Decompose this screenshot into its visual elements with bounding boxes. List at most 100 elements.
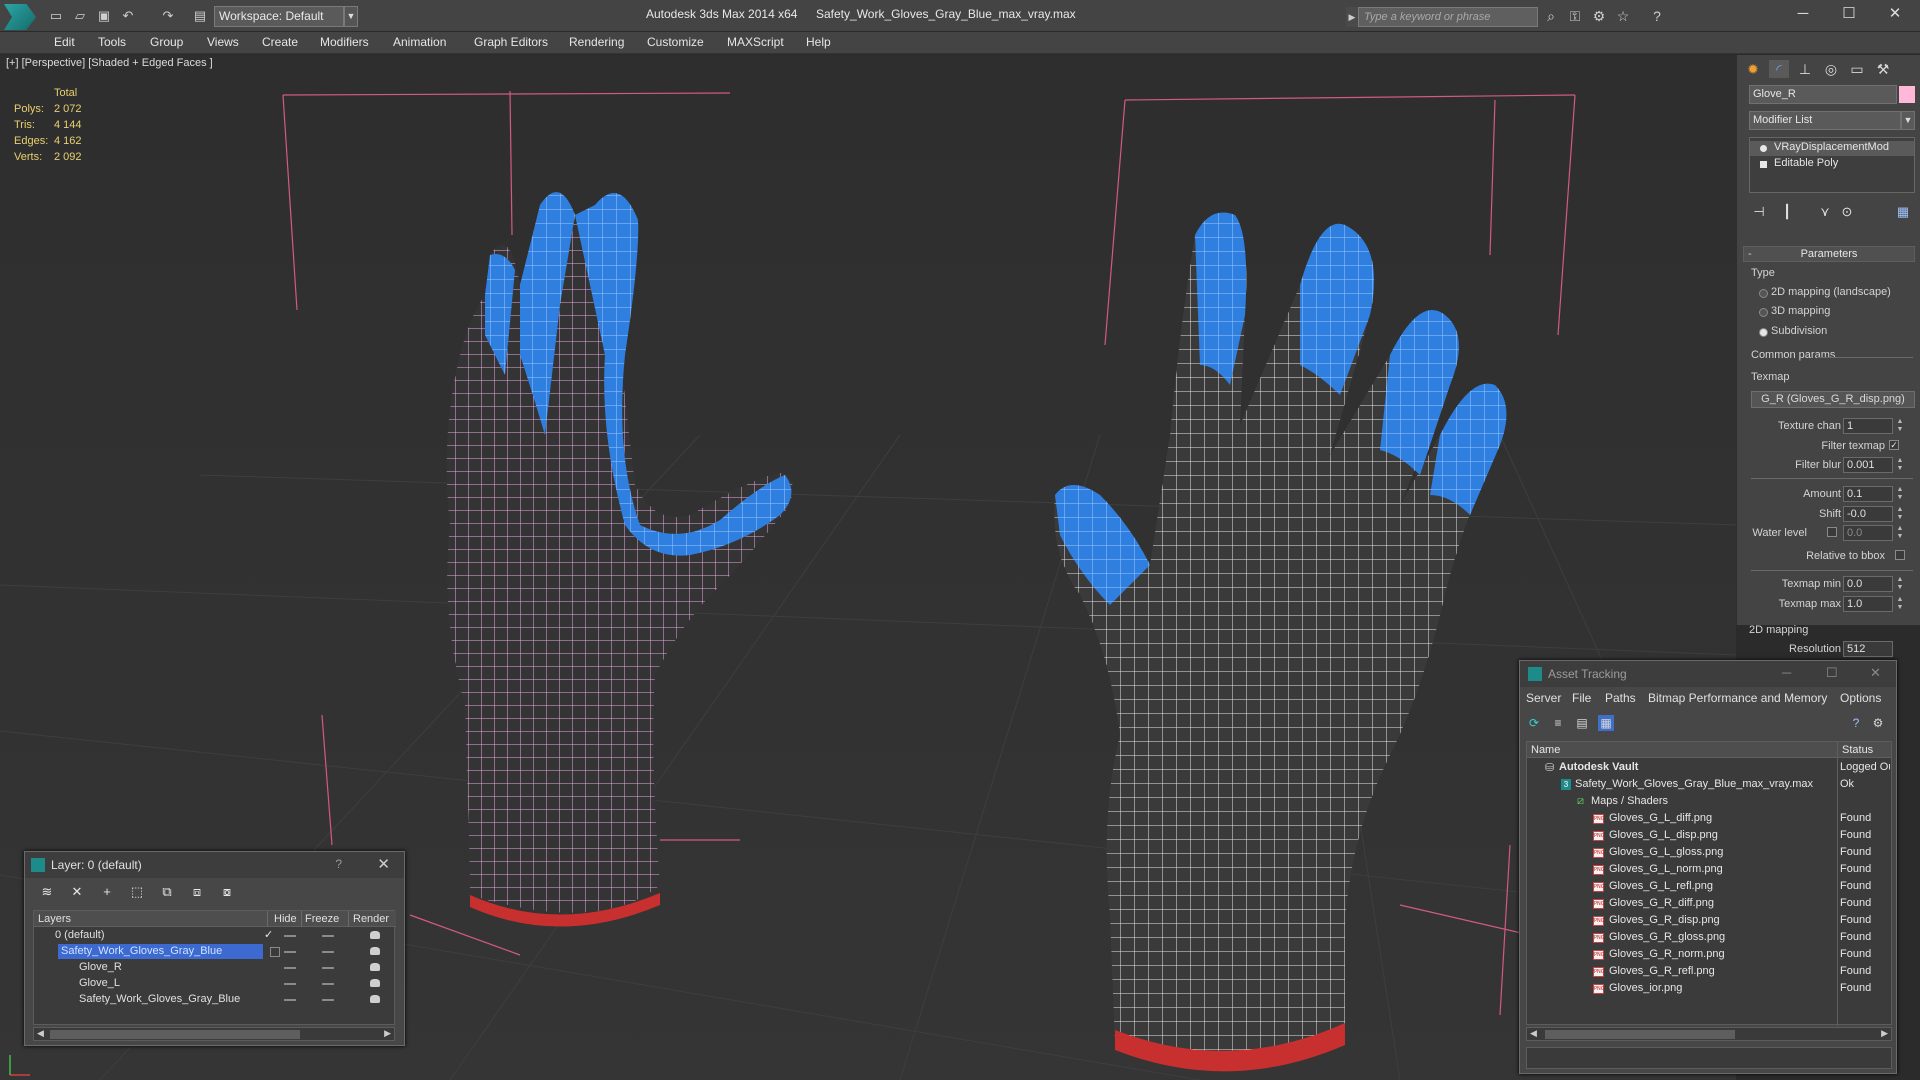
layer-row[interactable]: Safety_Work_Gloves_Gray_Blue [34,944,396,960]
save-file-icon[interactable]: ▣ [96,9,112,23]
col-freeze[interactable]: Freeze [305,913,339,925]
select-in-layer-icon[interactable]: ⬚ [129,884,145,900]
minimize-button[interactable]: ─ [1780,0,1826,30]
spinner-icon[interactable]: ▲ ▼ [1895,576,1905,592]
subscription-icon[interactable]: ⚙ [1590,8,1608,24]
make-unique-icon[interactable]: ⋎ [1817,204,1833,220]
menu-modifiers[interactable]: Modifiers [320,35,369,49]
col-hide[interactable]: Hide [274,913,297,925]
shift-input[interactable]: -0.0 [1843,506,1893,522]
object-name[interactable]: Safety_Work_Gloves_Gray_Blue [76,992,243,1007]
menu-server[interactable]: Server [1526,691,1561,705]
app-logo-icon[interactable] [4,4,36,30]
asset-horizontal-scrollbar[interactable]: ◀ ▶ [1526,1027,1892,1041]
menu-paths[interactable]: Paths [1605,691,1636,705]
close-icon[interactable]: ✕ [1870,665,1881,681]
asset-row[interactable]: 3 Safety_Work_Gloves_Gray_Blue_max_vray.… [1527,776,1891,793]
menu-edit[interactable]: Edit [54,35,75,49]
radio-subdivision[interactable]: Subdivision [1759,325,1827,337]
viewport-label[interactable]: [+] [Perspective] [Shaded + Edged Faces … [6,57,213,69]
texmap-max-input[interactable]: 1.0 [1843,596,1893,612]
settings-icon[interactable]: ⚙ [1870,715,1886,731]
asset-row[interactable]: ⧄ Maps / Shaders [1527,793,1891,810]
asset-tracking-title-bar[interactable]: Asset Tracking ─ ☐ ✕ [1520,661,1896,687]
set-current-checkbox[interactable] [270,947,280,957]
water-level-input[interactable]: 0.0 [1843,525,1893,541]
asset-row[interactable]: PNG Gloves_G_R_disp.png Found [1527,912,1891,929]
maximize-icon[interactable]: ☐ [1826,665,1838,681]
modifier-list-dropdown[interactable]: Modifier List [1749,111,1901,130]
scroll-right-icon[interactable]: ▶ [1881,1028,1888,1039]
texture-chan-input[interactable]: 1 [1843,418,1893,434]
create-layer-icon[interactable]: ≋ [39,884,55,900]
relative-to-bbox-checkbox[interactable] [1895,550,1905,560]
asset-row[interactable]: ⛁ Autodesk Vault Logged Ou [1527,759,1891,776]
asset-row[interactable]: PNG Gloves_G_R_diff.png Found [1527,895,1891,912]
create-tab-icon[interactable]: ✹ [1743,60,1763,78]
menu-help[interactable]: Help [806,35,831,49]
hide-all-layers-icon[interactable]: ⧈ [189,884,205,900]
layer-horizontal-scrollbar[interactable]: ◀ ▶ [33,1027,395,1041]
chevron-down-icon[interactable]: ▼ [1901,111,1915,130]
menu-file[interactable]: File [1572,691,1591,705]
key-icon[interactable]: ⚿ [1566,8,1584,24]
close-button[interactable]: ✕ [1872,0,1918,30]
texmap-button[interactable]: G_R (Gloves_G_R_disp.png) [1751,391,1915,408]
col-layers[interactable]: Layers [38,913,71,925]
menu-views[interactable]: Views [207,35,239,49]
amount-input[interactable]: 0.1 [1843,486,1893,502]
layer-window-title-bar[interactable]: Layer: 0 (default) ? ✕ [25,852,404,878]
radio-2d-mapping[interactable]: 2D mapping (landscape) [1759,286,1891,298]
menu-tools[interactable]: Tools [98,35,126,49]
layer-manager-window[interactable]: Layer: 0 (default) ? ✕ ≋ ✕ + ⬚ ⧉ ⧈ ⧇ Lay… [24,851,405,1046]
stack-item-vraydisplacement[interactable]: VRayDisplacementMod [1750,141,1914,156]
layer-row[interactable]: Glove_L [34,976,396,992]
col-name[interactable]: Name [1531,744,1560,756]
search-input[interactable]: Type a keyword or phrase [1358,7,1538,27]
layer-row[interactable]: 0 (default) ✓ [34,928,396,944]
chevron-down-icon[interactable]: ▼ [344,6,358,27]
spinner-icon[interactable]: ▲ ▼ [1895,525,1905,541]
object-name[interactable]: Glove_R [76,960,125,975]
minimize-icon[interactable]: ─ [1782,665,1791,680]
menu-graph-editors[interactable]: Graph Editors [474,35,548,49]
add-to-layer-icon[interactable]: + [99,884,115,900]
texmap-min-input[interactable]: 0.0 [1843,576,1893,592]
close-icon[interactable]: ✕ [377,855,390,873]
asset-row[interactable]: PNG Gloves_G_R_refl.png Found [1527,963,1891,980]
hierarchy-tab-icon[interactable]: ⊥ [1795,60,1815,78]
object-name[interactable]: Glove_L [76,976,123,991]
project-folder-icon[interactable]: ▤ [192,9,208,23]
utilities-tab-icon[interactable]: ⚒ [1873,60,1893,78]
maximize-button[interactable]: ☐ [1826,0,1872,30]
highlight-selected-icon[interactable]: ⧉ [159,884,175,900]
remove-modifier-icon[interactable]: ⊙ [1839,204,1855,220]
asset-row[interactable]: PNG Gloves_G_L_refl.png Found [1527,878,1891,895]
expand-icon[interactable] [1760,161,1767,168]
motion-tab-icon[interactable]: ◎ [1821,60,1841,78]
detail-view-icon[interactable]: ▤ [1574,715,1590,731]
spinner-icon[interactable]: ▲ ▼ [1895,596,1905,612]
stack-item-editable-poly[interactable]: Editable Poly [1750,157,1914,172]
asset-row[interactable]: PNG Gloves_ior.png Found [1527,980,1891,997]
filter-blur-input[interactable]: 0.001 [1843,457,1893,473]
menu-options[interactable]: Options [1840,691,1881,705]
water-level-checkbox[interactable] [1827,527,1837,537]
spinner-icon[interactable]: ▲ ▼ [1895,457,1905,473]
parameters-rollout[interactable]: - Parameters [1743,246,1915,262]
pin-stack-icon[interactable]: ⊣ [1751,204,1767,220]
help-icon[interactable]: ? [1848,715,1864,731]
menu-customize[interactable]: Customize [647,35,704,49]
undo-icon[interactable]: ↶ [120,9,136,23]
refresh-icon[interactable]: ⟳ [1526,715,1542,731]
col-render[interactable]: Render [353,913,389,925]
menu-maxscript[interactable]: MAXScript [727,35,784,49]
filter-texmap-checkbox[interactable]: ✓ [1889,440,1899,450]
asset-row[interactable]: PNG Gloves_G_L_disp.png Found [1527,827,1891,844]
asset-row[interactable]: PNG Gloves_G_R_gloss.png Found [1527,929,1891,946]
favorites-star-icon[interactable]: ☆ [1614,8,1632,24]
asset-row[interactable]: PNG Gloves_G_L_diff.png Found [1527,810,1891,827]
layer-row[interactable]: Glove_R [34,960,396,976]
help-icon[interactable]: ? [1648,8,1666,24]
menu-animation[interactable]: Animation [393,35,446,49]
